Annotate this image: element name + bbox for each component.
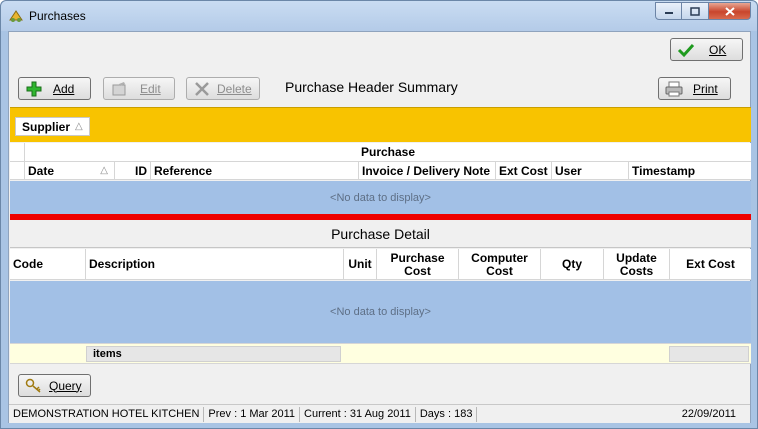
- band-header-row: Purchase: [10, 143, 751, 161]
- print-button-label: Print: [693, 81, 718, 96]
- group-by-panel: Supplier △: [10, 107, 751, 142]
- col-reference[interactable]: Reference: [150, 162, 358, 180]
- status-date: 22/09/2011: [681, 408, 736, 420]
- edit-icon: [110, 80, 128, 98]
- window-title: Purchases: [29, 9, 86, 23]
- minimize-icon: [664, 12, 673, 14]
- col-user[interactable]: User: [551, 162, 628, 180]
- col-update-costs[interactable]: Update Costs: [603, 249, 669, 279]
- status-bar: DEMONSTRATION HOTEL KITCHEN Prev : 1 Mar…: [9, 404, 750, 423]
- header-summary-title: Purchase Header Summary: [285, 79, 458, 95]
- purchases-window: Purchases OK Add Edit Delete Purchase He…: [0, 0, 758, 429]
- col-purchase-cost[interactable]: Purchase Cost: [376, 249, 458, 279]
- purchase-detail-title: Purchase Detail: [10, 220, 751, 248]
- edit-button[interactable]: Edit: [103, 77, 175, 100]
- status-days: Days : 183: [416, 406, 478, 422]
- add-button[interactable]: Add: [18, 77, 91, 100]
- sort-ascending-icon: △: [100, 165, 108, 176]
- detail-grid-empty-text: <No data to display>: [330, 306, 431, 318]
- col-unit[interactable]: Unit: [343, 249, 376, 279]
- col-ext-cost-detail[interactable]: Ext Cost: [669, 249, 751, 279]
- ok-button-label: OK: [709, 42, 727, 57]
- purchases-app-icon: [9, 10, 23, 22]
- group-by-label: Supplier: [22, 119, 71, 134]
- close-icon: [724, 6, 735, 16]
- plus-icon: [25, 80, 43, 98]
- col-date-label: Date: [28, 164, 55, 178]
- maximize-button[interactable]: [681, 2, 709, 20]
- col-description[interactable]: Description: [85, 249, 343, 279]
- client-area: OK Add Edit Delete Purchase Header Summa…: [8, 31, 751, 423]
- add-button-label: Add: [53, 81, 75, 96]
- ext-cost-summary-cell: [669, 346, 749, 362]
- maximize-icon: [690, 6, 700, 16]
- col-date[interactable]: Date △: [24, 162, 114, 180]
- col-timestamp[interactable]: Timestamp: [628, 162, 751, 180]
- minimize-button[interactable]: [655, 2, 682, 20]
- header-column-row: Date △ ID Reference Invoice / Delivery N…: [10, 161, 751, 180]
- status-company: DEMONSTRATION HOTEL KITCHEN: [9, 406, 205, 422]
- items-summary-cell: items: [86, 346, 341, 362]
- status-current-date: Current : 31 Aug 2011: [300, 406, 416, 422]
- delete-button[interactable]: Delete: [186, 77, 260, 100]
- title-bar[interactable]: Purchases: [1, 1, 757, 31]
- col-computer-cost[interactable]: Computer Cost: [458, 249, 540, 279]
- col-id[interactable]: ID: [114, 162, 150, 180]
- col-ext-cost[interactable]: Ext Cost: [495, 162, 551, 180]
- purchase-band: Purchase: [24, 143, 751, 161]
- edit-button-label: Edit: [140, 81, 161, 96]
- col-code[interactable]: Code: [10, 249, 85, 279]
- delete-x-icon: [193, 80, 211, 98]
- header-grid-empty-area[interactable]: <No data to display>: [10, 181, 751, 214]
- header-grid-empty-text: <No data to display>: [330, 191, 431, 204]
- key-icon: [25, 377, 43, 395]
- col-qty[interactable]: Qty: [540, 249, 603, 279]
- checkmark-icon: [677, 41, 695, 59]
- detail-column-row: Code Description Unit Purchase Cost Comp…: [10, 249, 751, 280]
- detail-footer-row: items: [10, 343, 751, 364]
- delete-button-label: Delete: [217, 81, 252, 96]
- print-button[interactable]: Print: [658, 77, 731, 100]
- query-button[interactable]: Query: [18, 374, 91, 397]
- ok-button[interactable]: OK: [670, 38, 743, 61]
- query-button-label: Query: [49, 378, 82, 393]
- close-button[interactable]: [708, 2, 751, 20]
- detail-grid-empty-area[interactable]: <No data to display>: [10, 281, 751, 343]
- group-by-supplier-chip[interactable]: Supplier △: [15, 117, 90, 136]
- status-prev-date: Prev : 1 Mar 2011: [204, 406, 301, 422]
- col-invoice-delivery-note[interactable]: Invoice / Delivery Note: [358, 162, 495, 180]
- sort-ascending-icon: △: [75, 121, 83, 132]
- printer-icon: [665, 80, 683, 98]
